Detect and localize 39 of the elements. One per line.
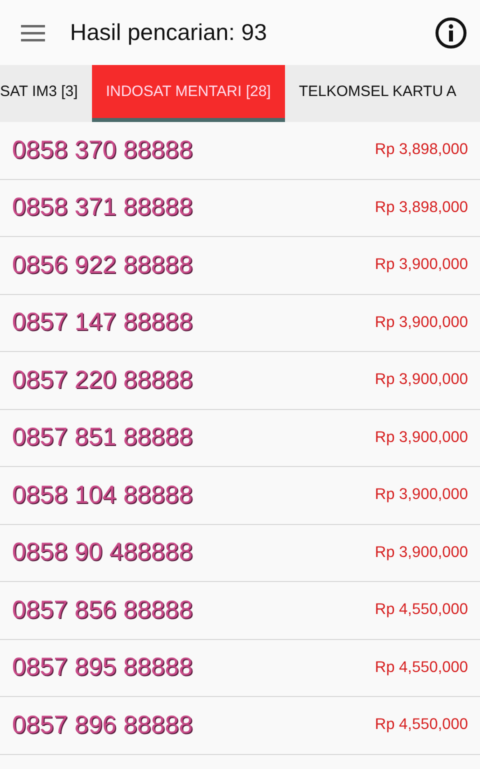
tab[interactable]: SAT IM3 [3] (0, 65, 92, 122)
result-row[interactable]: 0857 147 88888 Rp 3,900,000 (0, 294, 480, 352)
result-row[interactable]: 0857 220 88888 Rp 3,900,000 (0, 352, 480, 410)
phone-number: 0858 371 88888 (12, 193, 193, 222)
price: Rp 3,898,000 (374, 141, 468, 160)
price: Rp 3,900,000 (374, 371, 468, 390)
phone-number: 0857 851 88888 (12, 423, 193, 452)
price: Rp 3,900,000 (374, 544, 468, 562)
result-row[interactable]: 0858 104 88888 Rp 3,900,000 (0, 467, 480, 524)
phone-number: 0857 220 88888 (12, 366, 193, 395)
price: Rp 4,550,000 (374, 601, 468, 620)
phone-number: 0857 147 88888 (12, 308, 193, 338)
screen-title: Hasil pencarian: 93 (70, 19, 268, 46)
price: Rp 3,900,000 (374, 314, 468, 332)
result-row[interactable]: 0857 856 88888 Rp 4,550,000 (0, 582, 480, 640)
price: Rp 3,900,000 (374, 486, 468, 504)
phone-number: 0858 90 488888 (12, 538, 193, 568)
result-row[interactable]: 0858 370 88888 Rp 3,898,000 (0, 122, 480, 180)
phone-number: 0857 895 88888 (12, 653, 193, 682)
price: Rp 4,550,000 (374, 658, 468, 677)
phone-number: 0857 896 88888 (12, 710, 193, 740)
price: Rp 3,900,000 (374, 256, 468, 274)
phone-number: 0858 104 88888 (12, 480, 193, 510)
info-icon[interactable] (435, 16, 467, 48)
menu-icon[interactable] (21, 24, 45, 42)
result-row[interactable]: 0857 895 88888 Rp 4,550,000 (0, 640, 480, 697)
result-row[interactable]: 0858 371 88888 Rp 3,898,000 (0, 180, 480, 237)
result-row[interactable]: 0857 896 88888 Rp 4,550,000 (0, 697, 480, 754)
price: Rp 3,898,000 (374, 198, 468, 217)
tab[interactable]: INDOSAT MENTARI [28] (92, 65, 285, 122)
phone-number: 0858 370 88888 (12, 136, 193, 165)
phone-number: 0857 856 88888 (12, 596, 193, 625)
tab[interactable]: TELKOMSEL KARTU A (284, 65, 456, 122)
result-row[interactable]: 0857 851 88888 Rp 3,900,000 (0, 410, 480, 467)
phone-number: 0856 922 88888 (12, 250, 193, 280)
result-row[interactable]: 0856 922 88888 Rp 3,900,000 (0, 237, 480, 294)
price: Rp 3,900,000 (374, 428, 468, 447)
result-row[interactable]: 0858 90 488888 Rp 3,900,000 (0, 524, 480, 582)
price: Rp 4,550,000 (374, 716, 468, 734)
